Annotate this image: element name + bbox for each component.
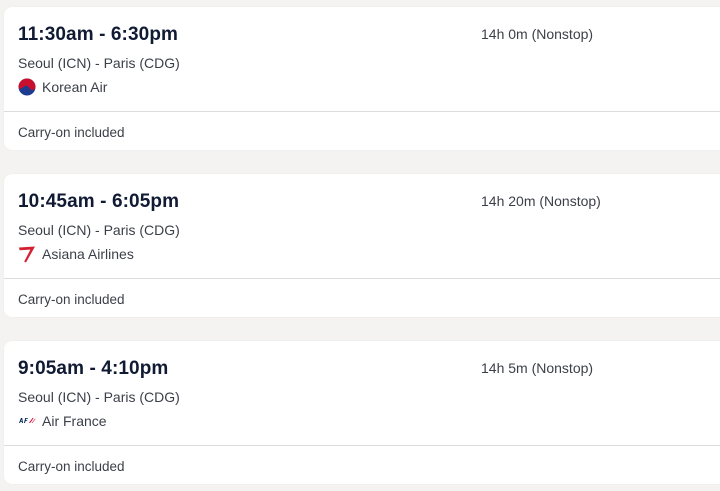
flight-times: 10:45am - 6:05pm (18, 191, 180, 212)
flight-route: Seoul (ICN) - Paris (CDG) (18, 55, 180, 71)
flight-card-footer: Carry-on included (4, 279, 720, 317)
airline-name: Korean Air (42, 79, 108, 95)
asiana-logo-icon (18, 245, 36, 263)
airline-row: Korean Air (18, 78, 107, 96)
flight-card-summary: 11:30am - 6:30pm Seoul (ICN) - Paris (CD… (4, 7, 720, 112)
flight-route: Seoul (ICN) - Paris (CDG) (18, 389, 180, 405)
airline-name: Air France (42, 413, 107, 429)
airline-name: Asiana Airlines (42, 246, 134, 262)
korean-air-logo-icon (18, 78, 36, 96)
flight-duration: 14h 20m (Nonstop) (481, 193, 601, 209)
flight-results-list: 11:30am - 6:30pm Seoul (ICN) - Paris (CD… (0, 0, 720, 491)
air-france-logo-icon (18, 412, 36, 430)
flight-route: Seoul (ICN) - Paris (CDG) (18, 222, 180, 238)
flight-card-footer: Carry-on included (4, 112, 720, 150)
flight-card-korean-air[interactable]: 11:30am - 6:30pm Seoul (ICN) - Paris (CD… (4, 7, 720, 150)
flight-card-air-france[interactable]: 9:05am - 4:10pm Seoul (ICN) - Paris (CDG… (4, 341, 720, 484)
airline-row: Air France (18, 412, 107, 430)
flight-times: 11:30am - 6:30pm (18, 24, 179, 45)
flight-card-summary: 10:45am - 6:05pm Seoul (ICN) - Paris (CD… (4, 174, 720, 279)
flight-duration: 14h 5m (Nonstop) (481, 360, 594, 376)
flight-times: 9:05am - 4:10pm (18, 358, 169, 379)
flight-card-footer: Carry-on included (4, 446, 720, 484)
baggage-info: Carry-on included (18, 292, 125, 307)
flight-duration: 14h 0m (Nonstop) (481, 26, 594, 42)
airline-row: Asiana Airlines (18, 245, 134, 263)
baggage-info: Carry-on included (18, 125, 125, 140)
flight-card-asiana[interactable]: 10:45am - 6:05pm Seoul (ICN) - Paris (CD… (4, 174, 720, 317)
flight-card-summary: 9:05am - 4:10pm Seoul (ICN) - Paris (CDG… (4, 341, 720, 446)
baggage-info: Carry-on included (18, 459, 125, 474)
